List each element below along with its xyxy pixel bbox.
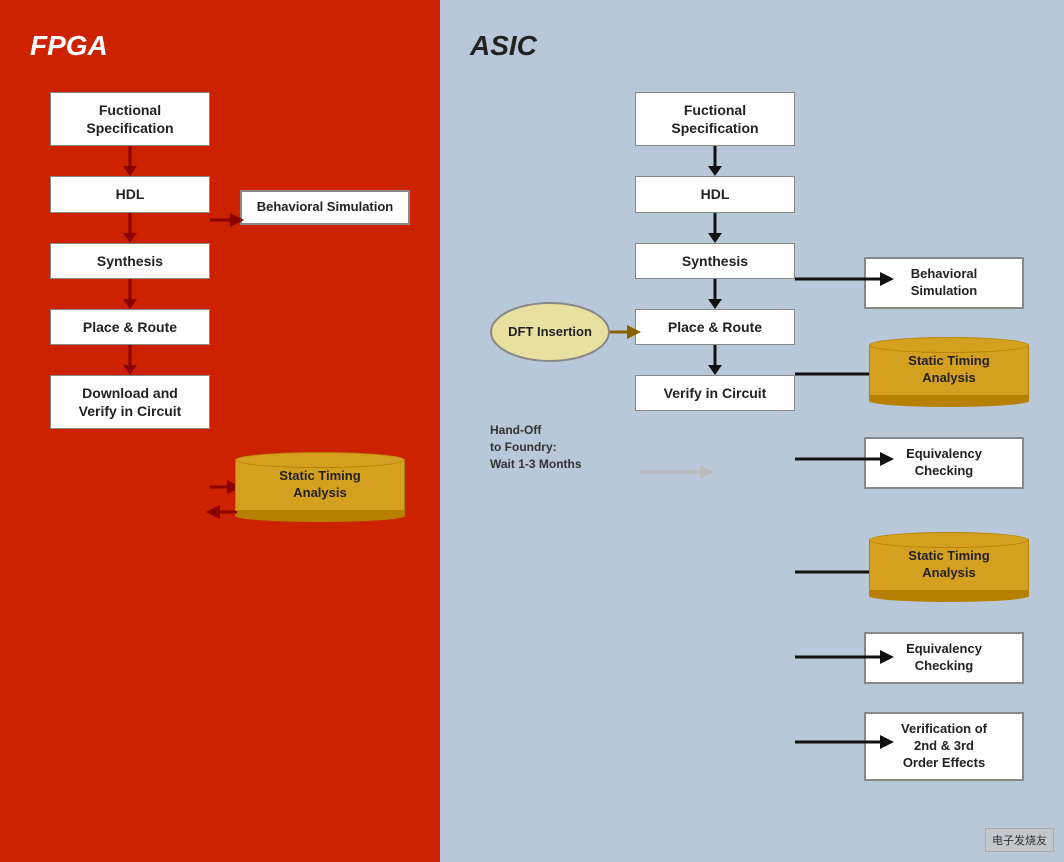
fpga-hdl: HDL [50,176,210,212]
fpga-behavioral-sim-box: Behavioral Simulation [240,190,410,225]
asic-eq-checking-1-box: EquivalencyChecking [864,437,1024,489]
asic-static-timing-2-cylinder: Static TimingAnalysis [869,532,1029,602]
asic-place-route: Place & Route [635,309,795,345]
asic-panel: ASIC FuctionalSpecification HDL [440,0,1064,862]
fpga-panel: FPGA Fuctional Specification HDL [0,0,440,862]
asic-static-timing-1-cylinder: Static TimingAnalysis [869,337,1029,407]
fpga-flow-column: Fuctional Specification HDL Synthesis [50,92,210,429]
fpga-place-route: Place & Route [50,309,210,345]
asic-eq-checking-2-box: EquivalencyChecking [864,632,1024,684]
fpga-functional-spec: Fuctional Specification [50,92,210,146]
fpga-title: FPGA [30,30,420,62]
asic-functional-spec: FuctionalSpecification [635,92,795,146]
asic-flow-column: FuctionalSpecification HDL Synthesis [635,92,795,411]
asic-behavioral-sim-box: BehavioralSimulation [864,257,1024,309]
watermark: 电子发烧友 [985,828,1054,852]
asic-verification-box: Verification of2nd & 3rdOrder Effects [864,712,1024,781]
asic-synthesis: Synthesis [635,243,795,279]
asic-hdl: HDL [635,176,795,212]
fpga-download-verify: Download andVerify in Circuit [50,375,210,429]
handoff-label: Hand-Offto Foundry:Wait 1-3 Months [490,422,630,472]
asic-verify-circuit: Verify in Circuit [635,375,795,411]
asic-title: ASIC [470,30,1044,62]
fpga-static-timing-cylinder: Static TimingAnalysis [235,452,405,522]
dft-insertion-oval: DFT Insertion [490,302,610,362]
fpga-synthesis: Synthesis [50,243,210,279]
